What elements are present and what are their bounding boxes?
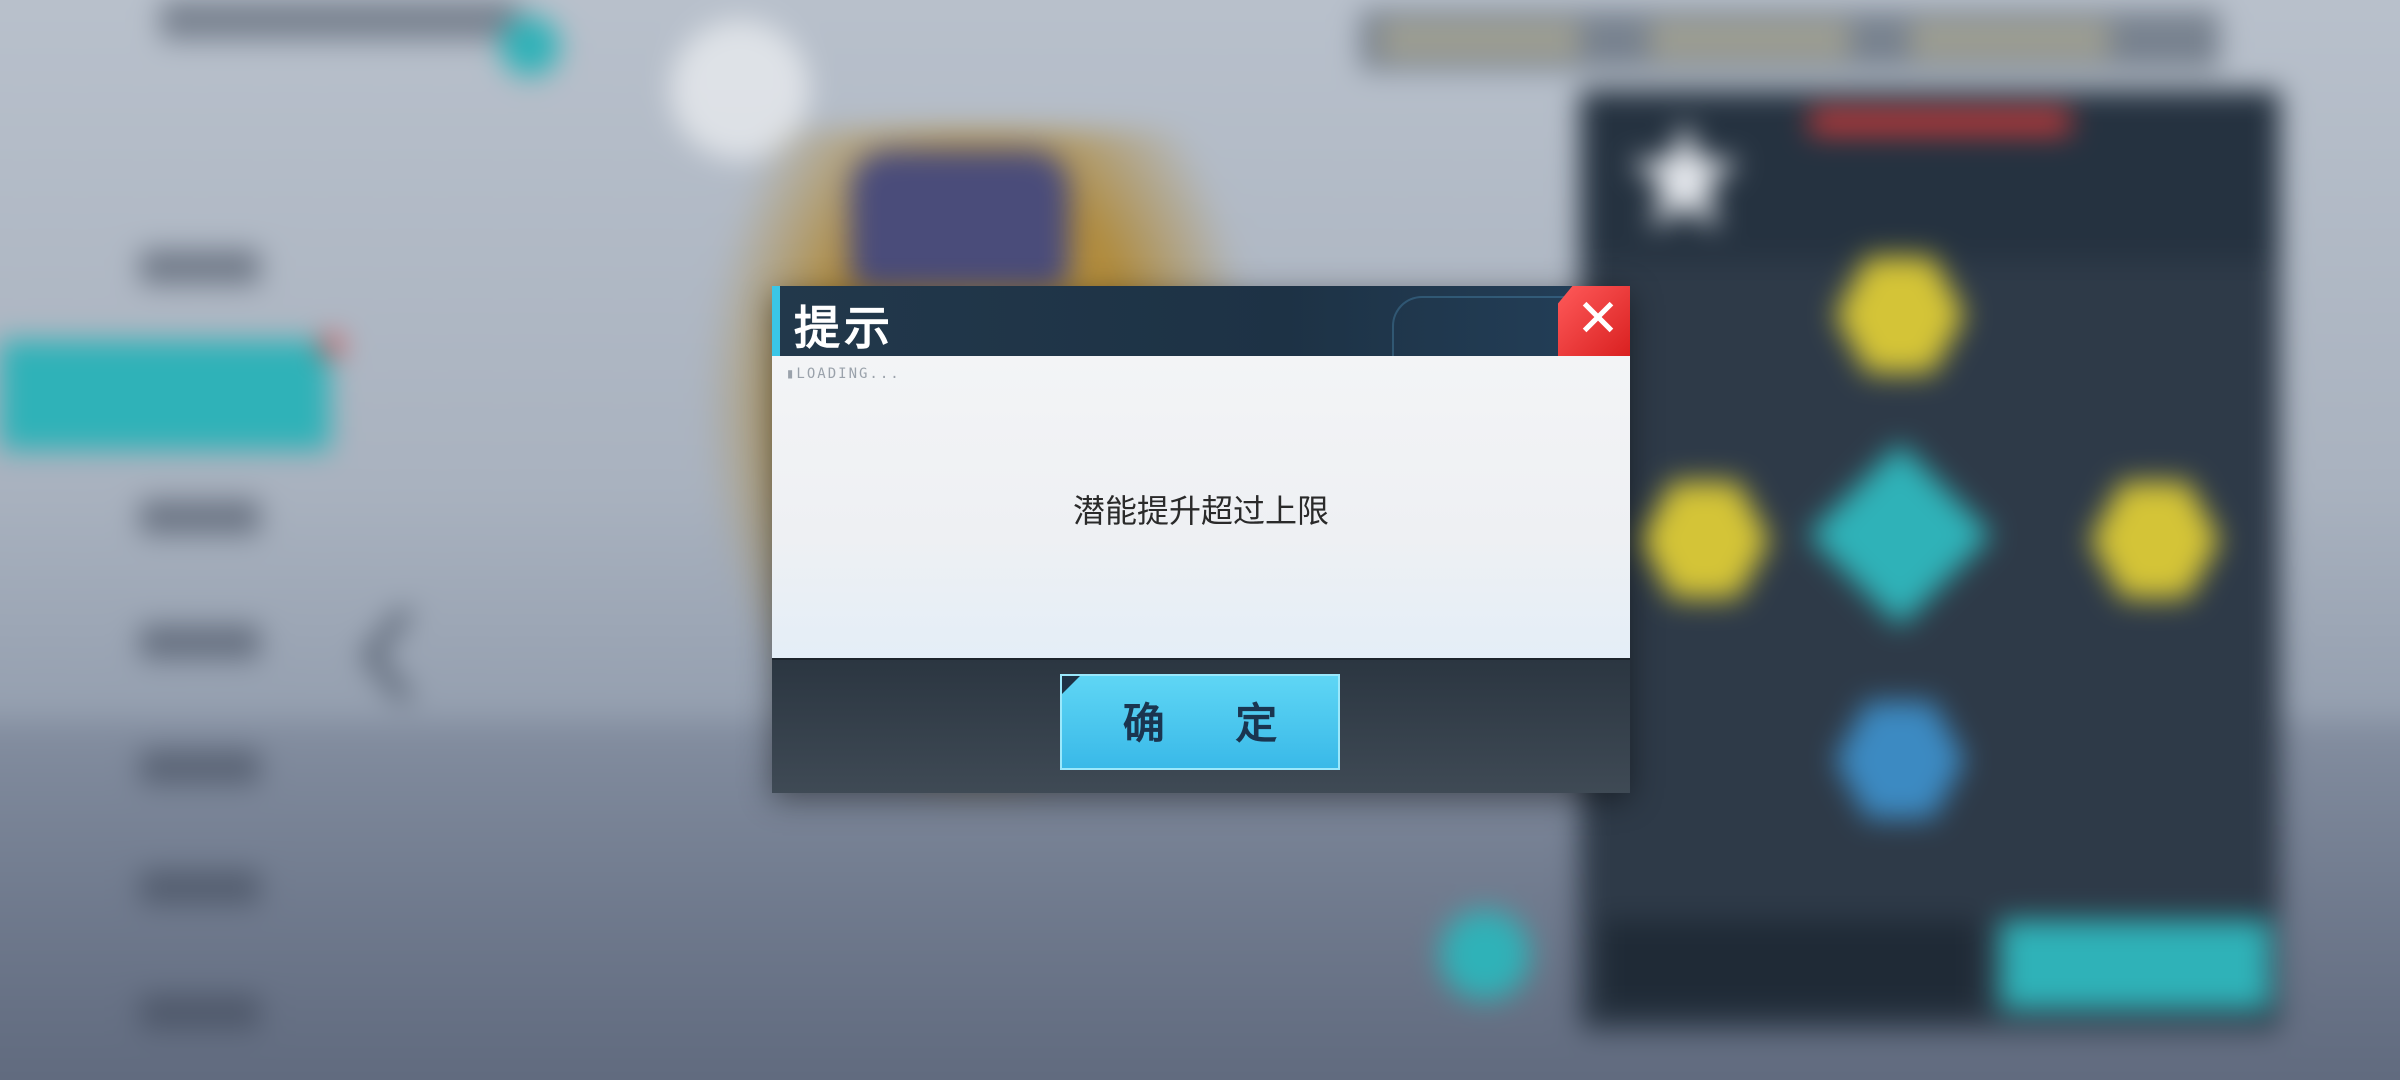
dialog-message: 潜能提升超过上限 bbox=[1072, 492, 1329, 530]
game-screen: 提示 ✕ ▮LOADING... 潜能提升超过上限 确 定 bbox=[0, 0, 2400, 1080]
dialog-header: 提示 bbox=[772, 286, 1630, 356]
background-title-icon bbox=[500, 16, 560, 76]
background-nav-item bbox=[140, 250, 260, 284]
background-round-button bbox=[1440, 910, 1530, 1000]
background-nav-active bbox=[0, 340, 330, 450]
alert-dialog: 提示 ✕ ▮LOADING... 潜能提升超过上限 确 定 bbox=[772, 286, 1630, 793]
dialog-body: ▮LOADING... 潜能提升超过上限 bbox=[772, 356, 1630, 658]
background-nav-item bbox=[140, 500, 260, 534]
background-panel-warning bbox=[1810, 110, 2070, 134]
confirm-button-label: 确 定 bbox=[1122, 699, 1306, 748]
background-nav-badge bbox=[320, 335, 342, 357]
background-bottom-button bbox=[2000, 920, 2270, 1010]
background-resource-chip bbox=[1910, 22, 2110, 58]
background-bottom-card bbox=[1600, 920, 1980, 1010]
background-nav-item bbox=[140, 870, 260, 904]
loading-label: ▮LOADING... bbox=[786, 366, 901, 382]
background-title-bar bbox=[160, 0, 520, 40]
background-nav-item bbox=[140, 625, 260, 659]
close-button[interactable]: ✕ bbox=[1558, 286, 1630, 356]
background-mech-head bbox=[850, 150, 1070, 290]
background-resource-chip bbox=[1650, 22, 1850, 58]
background-nav-item bbox=[140, 995, 260, 1029]
background-nav-item bbox=[140, 750, 260, 784]
close-icon: ✕ bbox=[1576, 289, 1620, 349]
header-accent bbox=[772, 286, 780, 356]
header-decoration bbox=[1392, 296, 1574, 356]
dialog-footer: 确 定 bbox=[772, 658, 1630, 793]
dialog-title: 提示 bbox=[794, 301, 894, 355]
background-resource-chip bbox=[1380, 22, 1580, 58]
confirm-button[interactable]: 确 定 bbox=[1060, 674, 1340, 770]
